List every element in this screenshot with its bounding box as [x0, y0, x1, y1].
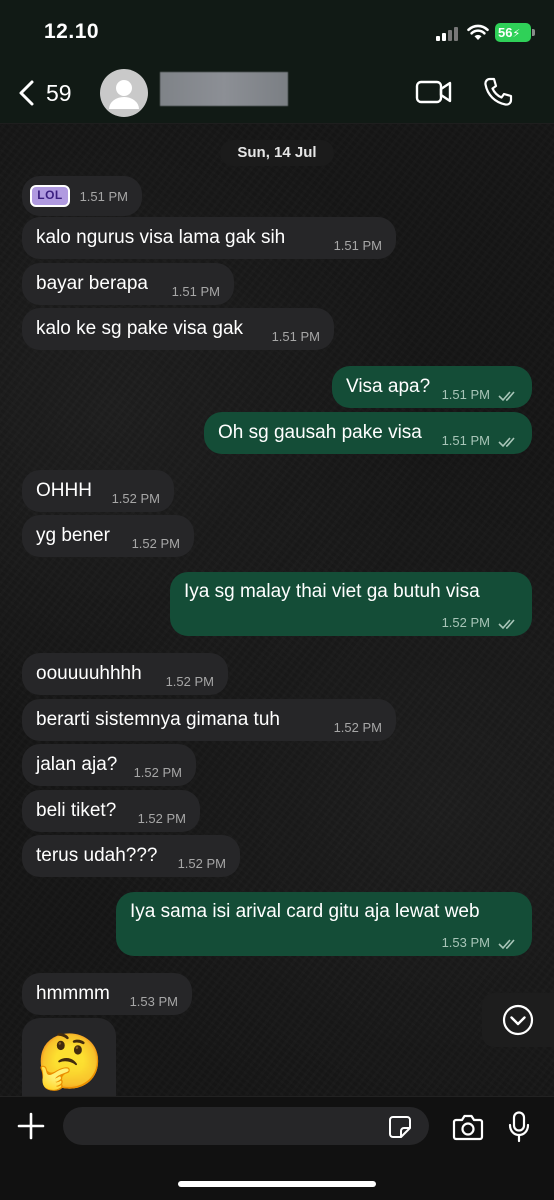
message-text: kalo ke sg pake visa gak [36, 318, 244, 339]
outgoing-message[interactable]: Oh sg gausah pake visa 1.51 PM [204, 412, 532, 454]
microphone-icon[interactable] [508, 1111, 530, 1143]
read-receipt-icon [498, 437, 515, 448]
outgoing-message[interactable]: Visa apa? 1.51 PM [332, 366, 532, 408]
message-time: 1.52 PM [137, 811, 186, 826]
incoming-message[interactable]: hmmmm 1.53 PM [22, 973, 192, 1015]
back-unread-count[interactable]: 59 [46, 80, 72, 107]
battery-cap [532, 29, 535, 36]
video-camera-icon[interactable] [415, 78, 453, 106]
thinking-face-emoji: 🤔 [36, 1032, 104, 1092]
chevron-left-icon[interactable] [14, 78, 40, 108]
home-indicator[interactable] [178, 1181, 376, 1187]
read-receipt-icon [498, 391, 515, 402]
message-text: terus udah??? [36, 845, 158, 866]
message-time: 1.51 PM [441, 433, 490, 448]
incoming-message[interactable]: bayar berapa 1.51 PM [22, 263, 234, 305]
battery-level: 56 [498, 25, 513, 40]
sticker-message[interactable]: LOL 1.51 PM [22, 176, 142, 216]
chat-screen: 12.10 56⚡ 59 Sun, 14 Jul LOL 1.51 PM kal… [0, 0, 554, 1200]
message-text: Oh sg gausah pake visa [218, 422, 422, 443]
incoming-message[interactable]: berarti sistemnya gimana tuh 1.52 PM [22, 699, 396, 741]
default-avatar-icon [109, 80, 139, 109]
incoming-message[interactable]: oouuuuhhhh 1.52 PM [22, 653, 228, 695]
message-time: 1.52 PM [165, 674, 214, 689]
lol-sticker: LOL [30, 185, 70, 207]
message-time: 1.51 PM [79, 189, 128, 204]
wifi-icon [467, 24, 489, 40]
composer-bar [0, 1096, 554, 1200]
message-text: Iya sg malay thai viet ga butuh visa [184, 581, 480, 602]
message-time: 1.53 PM [441, 935, 490, 950]
message-time: 1.52 PM [131, 536, 180, 551]
battery-indicator: 56⚡ [495, 23, 531, 42]
incoming-message[interactable]: yg bener 1.52 PM [22, 515, 194, 557]
sticker-icon[interactable] [388, 1115, 412, 1139]
message-time: 1.51 PM [441, 387, 490, 402]
message-input[interactable] [63, 1107, 429, 1145]
scroll-to-bottom-button[interactable] [482, 993, 554, 1047]
incoming-message[interactable]: OHHH 1.52 PM [22, 470, 174, 512]
message-text: Visa apa? [346, 376, 431, 397]
message-text: yg bener [36, 525, 110, 546]
incoming-message[interactable]: beli tiket? 1.52 PM [22, 790, 200, 832]
message-text: oouuuuhhhh [36, 663, 142, 684]
incoming-message[interactable]: kalo ke sg pake visa gak 1.51 PM [22, 308, 334, 350]
message-text: bayar berapa [36, 273, 148, 294]
date-separator: Sun, 14 Jul [220, 140, 334, 166]
message-text: Iya sama isi arival card gitu aja lewat … [130, 901, 480, 922]
plus-icon[interactable] [16, 1111, 46, 1141]
message-time: 1.52 PM [111, 491, 160, 506]
message-time: 1.52 PM [177, 856, 226, 871]
read-receipt-icon [498, 619, 515, 630]
message-time: 1.51 PM [271, 329, 320, 344]
message-time: 1.52 PM [333, 720, 382, 735]
message-text: OHHH [36, 480, 92, 501]
incoming-message[interactable]: kalo ngurus visa lama gak sih 1.51 PM [22, 217, 396, 259]
read-receipt-icon [498, 939, 515, 950]
message-text: jalan aja? [36, 754, 118, 775]
message-text: beli tiket? [36, 800, 117, 821]
message-text: kalo ngurus visa lama gak sih [36, 227, 286, 248]
avatar[interactable] [100, 69, 148, 117]
message-time: 1.52 PM [133, 765, 182, 780]
message-text: hmmmm [36, 983, 110, 1004]
camera-icon[interactable] [452, 1113, 484, 1141]
message-time: 1.51 PM [333, 238, 382, 253]
phone-icon[interactable] [482, 76, 514, 108]
emoji-message[interactable]: 🤔 [22, 1018, 116, 1098]
contact-name-redacted[interactable] [160, 72, 288, 106]
incoming-message[interactable]: jalan aja? 1.52 PM [22, 744, 196, 786]
outgoing-message[interactable]: Iya sama isi arival card gitu aja lewat … [116, 892, 532, 956]
cellular-signal-icon [436, 26, 462, 41]
message-time: 1.53 PM [129, 994, 178, 1009]
outgoing-message[interactable]: Iya sg malay thai viet ga butuh visa 1.5… [170, 572, 532, 636]
message-text: berarti sistemnya gimana tuh [36, 709, 280, 730]
status-time: 12.10 [44, 20, 100, 43]
message-time: 1.51 PM [171, 284, 220, 299]
incoming-message[interactable]: terus udah??? 1.52 PM [22, 835, 240, 877]
top-bar: 12.10 56⚡ 59 [0, 0, 554, 124]
message-time: 1.52 PM [441, 615, 490, 630]
chevron-down-circle-icon [502, 1004, 534, 1036]
